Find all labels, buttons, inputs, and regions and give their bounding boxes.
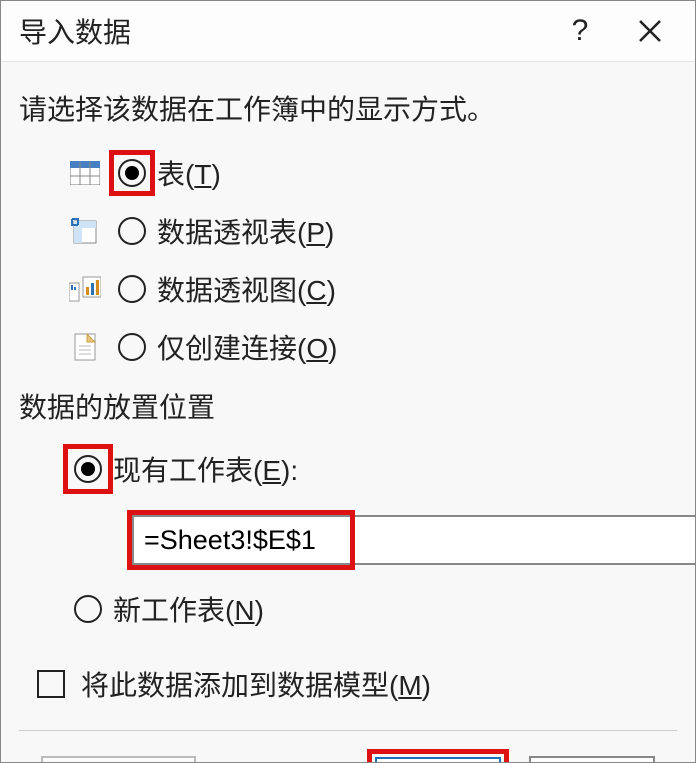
import-data-dialog: 导入数据 ? 请选择该数据在工作簿中的显示方式。 表(T) 数据透 <box>0 0 696 763</box>
cell-ref-input-ext[interactable] <box>355 515 696 565</box>
cell-ref-input[interactable] <box>132 515 350 565</box>
label-existing-sheet: 现有工作表(E): <box>113 449 298 489</box>
option-table-row: 表(T) <box>63 144 677 202</box>
button-bar: 属性(R) �▾ 确定 取消 <box>19 731 677 763</box>
radio-existing-sheet[interactable] <box>74 455 102 483</box>
label-add-to-model: 将此数据添加到数据模型(M) <box>81 664 431 704</box>
display-mode-heading: 请选择该数据在工作簿中的显示方式。 <box>19 88 677 128</box>
option-existing-row: 现有工作表(E): <box>63 442 677 496</box>
close-button[interactable] <box>615 1 685 61</box>
titlebar: 导入数据 ? <box>1 1 695 62</box>
add-to-model-checkbox[interactable] <box>37 670 65 698</box>
radio-table[interactable] <box>118 159 146 187</box>
cancel-button[interactable]: 取消 <box>529 756 655 763</box>
label-connection: 仅创建连接(O) <box>157 327 337 367</box>
pivotchart-icon <box>63 275 107 303</box>
label-pivottable: 数据透视表(P) <box>157 211 334 251</box>
ok-button[interactable]: 确定 <box>375 757 501 763</box>
option-newsheet-row: 新工作表(N) <box>63 584 677 634</box>
option-pivottable-row: 数据透视表(P) <box>63 202 677 260</box>
ref-input-row <box>127 510 677 570</box>
dialog-title: 导入数据 <box>19 11 545 51</box>
option-connection-row: 仅创建连接(O) <box>63 318 677 376</box>
label-pivotchart: 数据透视图(C) <box>157 269 336 309</box>
radio-new-sheet[interactable] <box>74 595 102 623</box>
pivottable-icon <box>63 217 107 245</box>
radio-pivottable[interactable] <box>118 217 146 245</box>
radio-pivotchart[interactable] <box>118 275 146 303</box>
table-icon <box>63 161 107 185</box>
label-new-sheet: 新工作表(N) <box>113 589 264 629</box>
properties-button[interactable]: 属性(R) �▾ <box>41 756 196 763</box>
help-button[interactable]: ? <box>545 1 615 61</box>
option-pivotchart-row: 数据透视图(C) <box>63 260 677 318</box>
add-to-model-row: 将此数据添加到数据模型(M) <box>37 664 677 704</box>
connection-icon <box>63 332 107 362</box>
label-table: 表(T) <box>157 153 221 193</box>
radio-connection[interactable] <box>118 333 146 361</box>
placement-heading: 数据的放置位置 <box>19 386 677 426</box>
close-icon <box>637 18 663 44</box>
